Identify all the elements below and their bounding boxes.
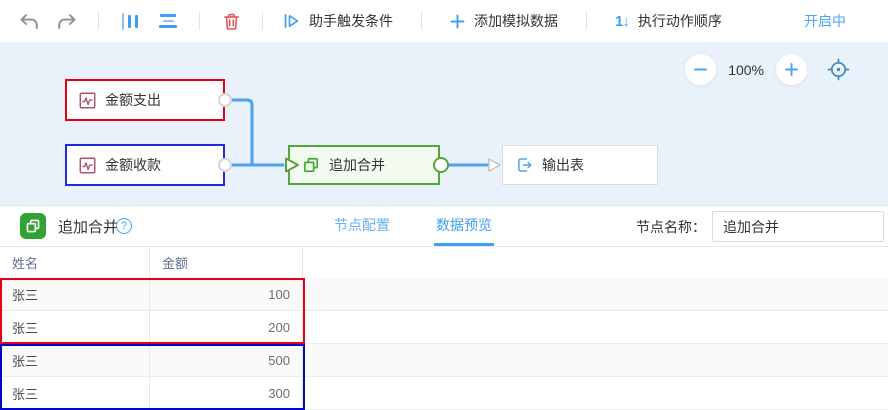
play-bar-icon [283, 13, 300, 29]
node-income[interactable]: 金额收款 [65, 144, 225, 186]
table-row: 张三 500 [0, 344, 888, 377]
node-expense[interactable]: 金额支出 [65, 79, 225, 121]
column-header-amount: 金额 [150, 247, 303, 278]
table-row: 张三 300 [0, 377, 888, 410]
preview-table: 姓名 金额 张三 100 张三 200 张三 500 张三 300 [0, 246, 888, 410]
panel-header: 追加合并 ? 节点配置 数据预览 节点名称： [0, 206, 888, 246]
cell-amount: 500 [150, 344, 303, 376]
cell-amount: 300 [150, 377, 303, 409]
node-name-input[interactable] [712, 211, 884, 242]
toolbar-divider [421, 12, 422, 30]
node-output[interactable]: 输出表 [502, 145, 658, 185]
table-header-filler [303, 247, 888, 278]
plus-icon [450, 14, 465, 29]
status-toggle[interactable]: 开启中 [804, 0, 846, 42]
panel-title: 追加合并 [58, 206, 118, 246]
table-row: 张三 100 [0, 278, 888, 311]
tab-bar: 节点配置 数据预览 [332, 206, 494, 246]
assist-trigger-label: 助手触发条件 [309, 11, 393, 31]
node-merge[interactable]: 追加合并 [288, 145, 440, 185]
node-label: 追加合并 [329, 155, 385, 175]
align-horizontal-icon[interactable] [157, 10, 179, 32]
plus-icon [784, 62, 799, 77]
zoom-out-button[interactable] [685, 54, 716, 85]
zoom-in-button[interactable] [776, 54, 807, 85]
table-header-row: 姓名 金额 [0, 246, 888, 278]
node-label: 金额支出 [105, 90, 161, 110]
zoom-level: 100% [728, 62, 764, 78]
toolbar: 助手触发条件 添加模拟数据 1↓ 执行动作顺序 开启中 [0, 0, 888, 42]
merge-copy-icon [302, 156, 320, 174]
export-icon [515, 156, 533, 174]
flow-canvas[interactable]: 金额支出 金额收款 追加合并 输出表 10 [0, 42, 888, 205]
add-mock-data-button[interactable]: 添加模拟数据 [450, 11, 558, 31]
align-vertical-icon[interactable] [119, 10, 141, 32]
column-header-name: 姓名 [0, 247, 150, 278]
node-label: 金额收款 [105, 155, 161, 175]
node-name-label: 节点名称： [636, 217, 706, 237]
cell-name: 张三 [0, 278, 150, 310]
toolbar-divider [586, 12, 587, 30]
action-order-label: 执行动作顺序 [638, 11, 722, 31]
help-icon[interactable]: ? [116, 218, 132, 234]
cell-amount: 100 [150, 278, 303, 310]
add-mock-data-label: 添加模拟数据 [474, 11, 558, 31]
table-row: 张三 200 [0, 311, 888, 344]
toolbar-divider [199, 12, 200, 30]
zoom-controls: 100% [685, 54, 850, 85]
minus-icon [693, 62, 708, 77]
merge-node-badge-icon [20, 213, 46, 239]
waveform-icon [79, 92, 96, 109]
cell-name: 张三 [0, 311, 150, 343]
toolbar-divider [98, 12, 99, 30]
trash-icon[interactable] [220, 10, 242, 32]
locate-crosshair-icon[interactable] [827, 58, 850, 81]
action-order-button[interactable]: 1↓ 执行动作顺序 [615, 11, 722, 31]
input-arrow-output [489, 159, 500, 171]
detail-panel: 追加合并 ? 节点配置 数据预览 节点名称： 姓名 金额 张三 100 [0, 205, 888, 410]
cell-name: 张三 [0, 344, 150, 376]
cell-amount: 200 [150, 311, 303, 343]
app-window: 助手触发条件 添加模拟数据 1↓ 执行动作顺序 开启中 金额支出 金额收款 追加… [0, 0, 888, 410]
waveform-icon [79, 157, 96, 174]
wire-expense-to-merge [231, 100, 252, 165]
undo-icon[interactable] [18, 10, 40, 32]
sort-order-icon: 1↓ [615, 13, 629, 30]
toolbar-divider [262, 12, 263, 30]
tab-node-config[interactable]: 节点配置 [332, 206, 392, 246]
assist-trigger-button[interactable]: 助手触发条件 [283, 11, 393, 31]
tab-data-preview[interactable]: 数据预览 [434, 206, 494, 246]
redo-icon[interactable] [56, 10, 78, 32]
node-label: 输出表 [542, 155, 584, 175]
node-name-field: 节点名称： [636, 211, 884, 242]
cell-name: 张三 [0, 377, 150, 409]
